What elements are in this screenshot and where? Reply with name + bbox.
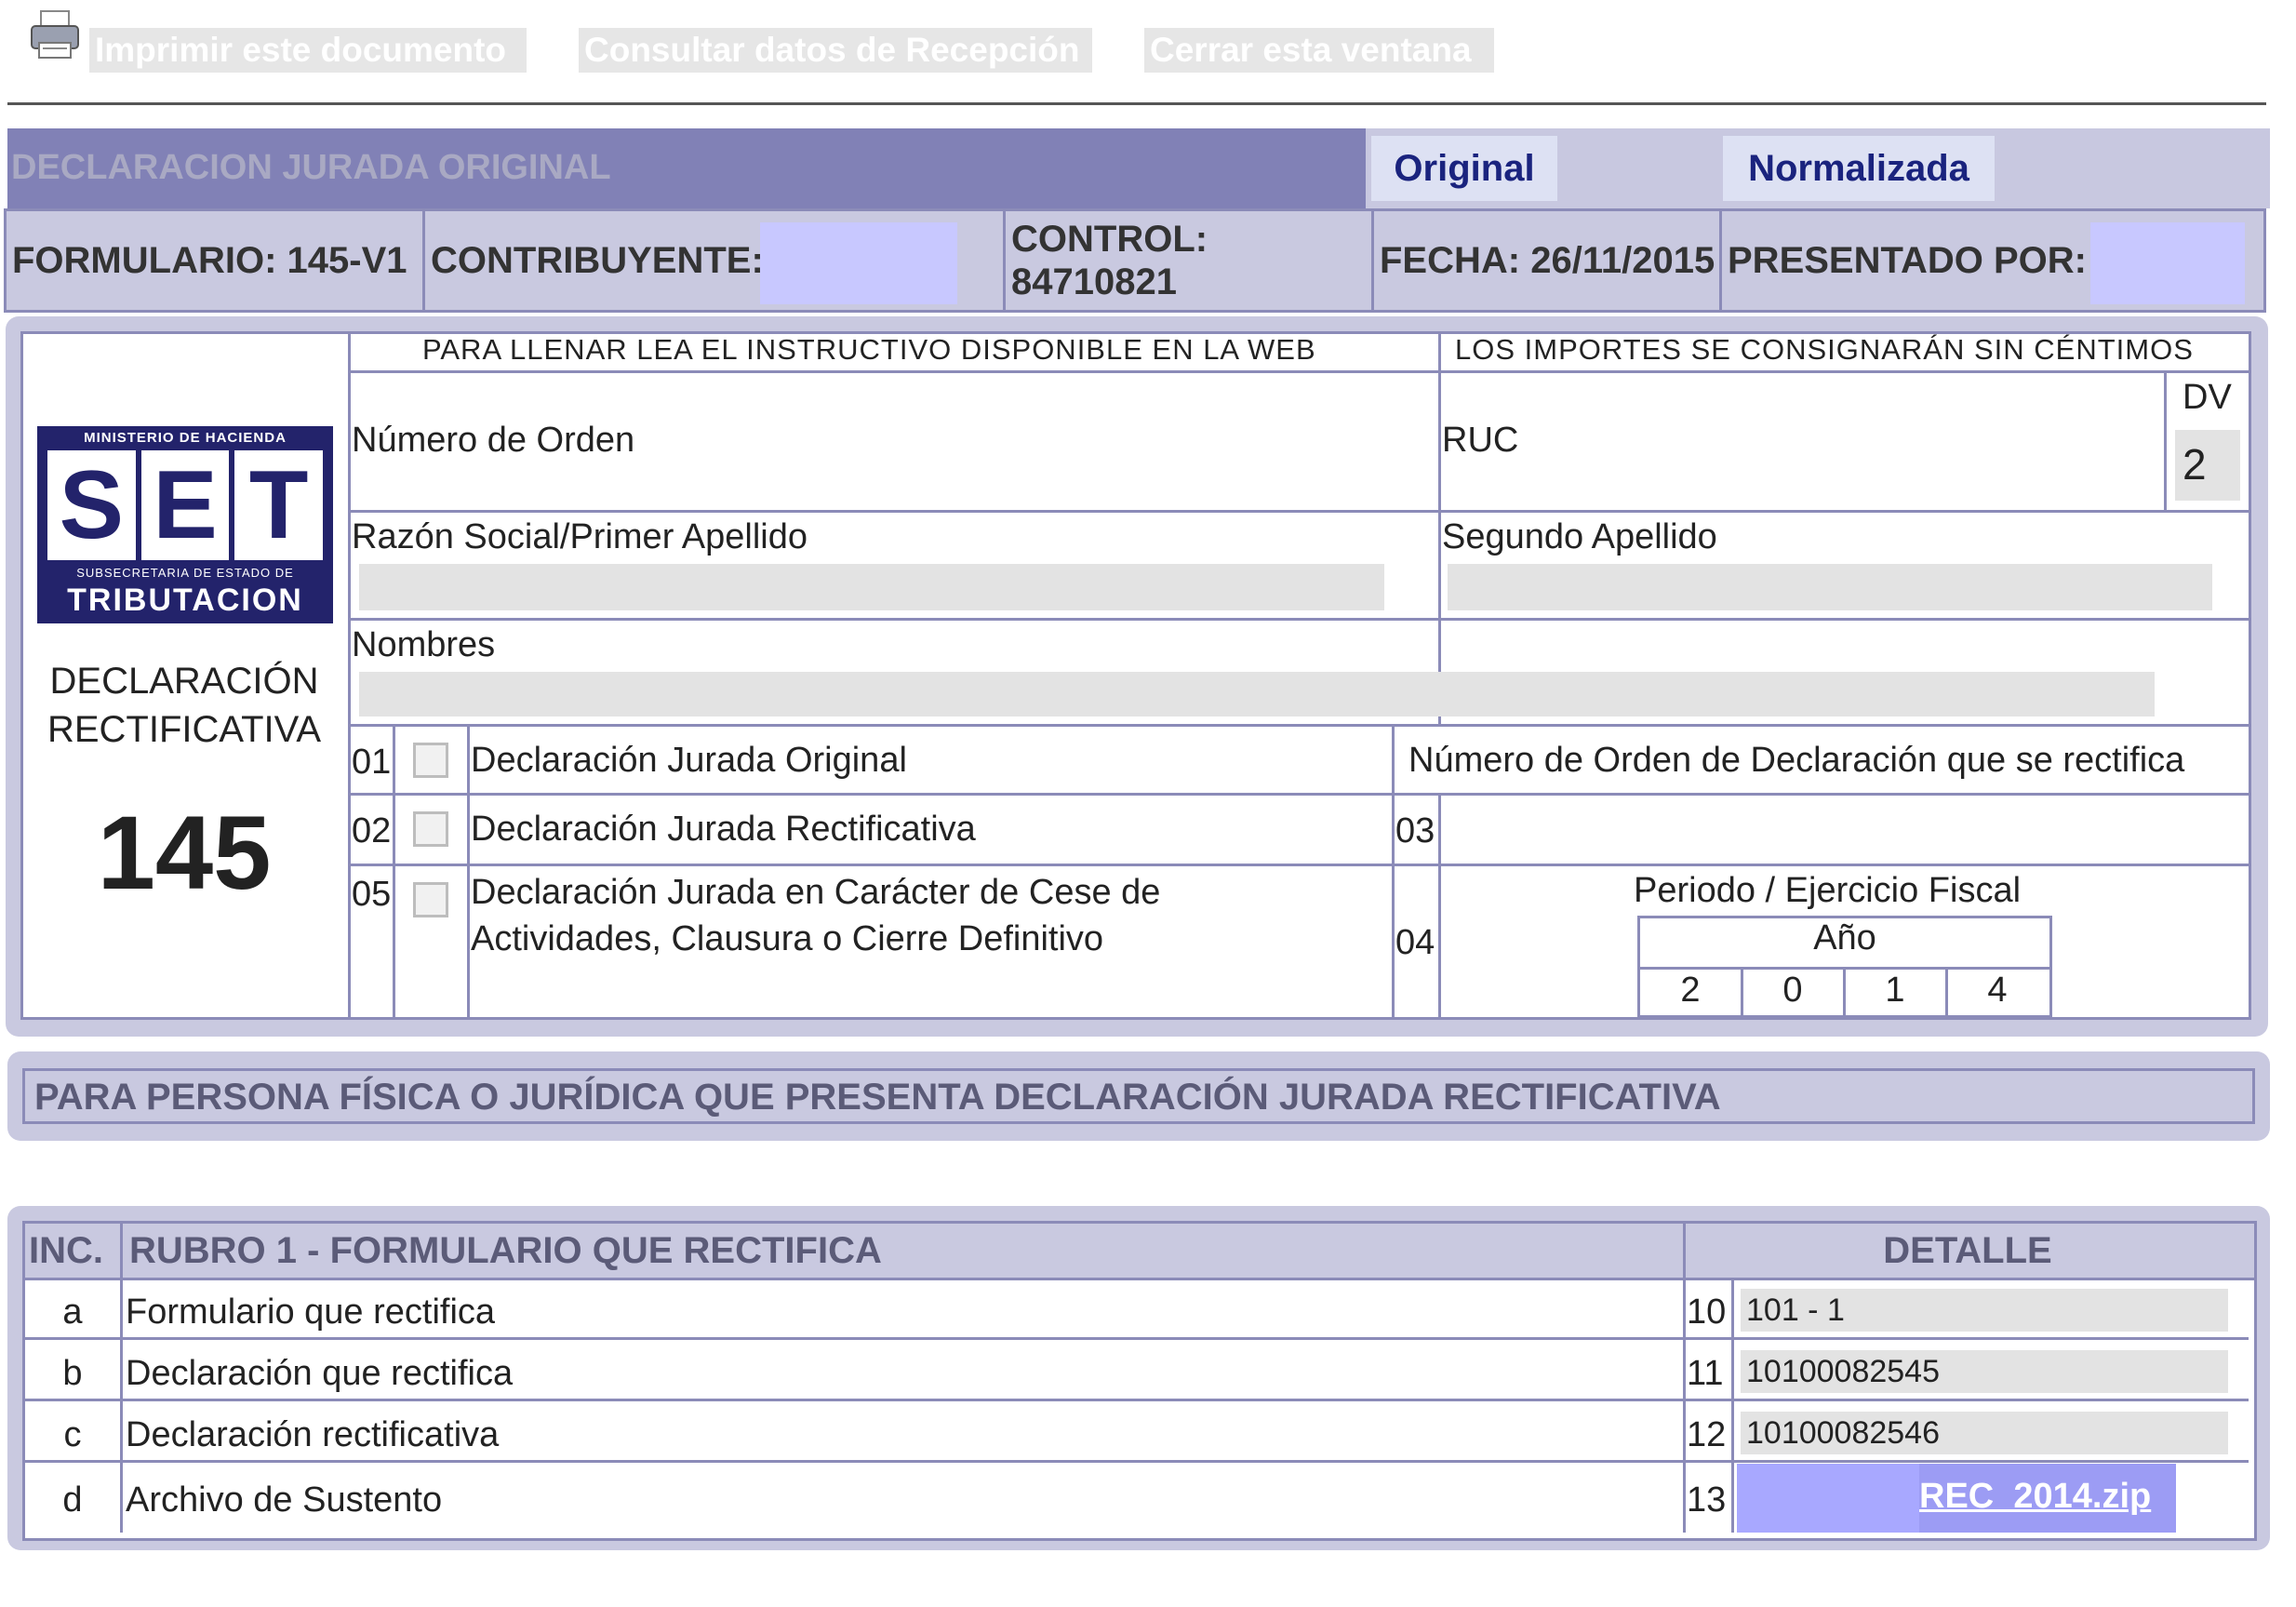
fecha-field: FECHA: 26/11/2015 bbox=[1374, 211, 1722, 310]
control-value: 84710821 bbox=[1011, 261, 1177, 302]
row-c-inc: c bbox=[63, 1415, 82, 1454]
sustento-file-link[interactable]: REC_2014.zip bbox=[1919, 1477, 2151, 1517]
form-type-line1: DECLARACIÓN bbox=[49, 661, 319, 702]
row-b-value: 10100082545 bbox=[1746, 1354, 1941, 1389]
ruc-label: RUC bbox=[1442, 421, 1519, 460]
segundo-apellido-field bbox=[1448, 564, 2212, 610]
row-b-label: Declaración que rectifica bbox=[126, 1354, 514, 1393]
option-05-checkbox[interactable] bbox=[413, 882, 448, 917]
anio-label: Año bbox=[1813, 918, 1876, 958]
dv-label: DV bbox=[2183, 378, 2232, 417]
numero-orden-label: Número de Orden bbox=[352, 421, 635, 460]
section-banner: PARA PERSONA FÍSICA O JURÍDICA QUE PRESE… bbox=[22, 1068, 2255, 1124]
option-01-checkbox[interactable] bbox=[413, 743, 448, 778]
nombres-field bbox=[359, 672, 2155, 716]
row-c-num: 12 bbox=[1687, 1415, 1727, 1454]
consult-reception-button[interactable]: Consultar datos de Recepción bbox=[579, 28, 1092, 73]
option-02-code: 02 bbox=[352, 811, 392, 850]
row-c-label: Declaración rectificativa bbox=[126, 1415, 500, 1454]
section-banner-frame: PARA PERSONA FÍSICA O JURÍDICA QUE PRESE… bbox=[7, 1051, 2270, 1141]
tab-original[interactable]: Original bbox=[1371, 136, 1557, 201]
form-number: 145 bbox=[97, 795, 272, 911]
anio-digit: 4 bbox=[1987, 971, 2008, 1010]
instructions-left: PARA LLENAR LEA EL INSTRUCTIVO DISPONIBL… bbox=[422, 333, 1316, 366]
logo-subsecretaria-text: SUBSECRETARIA DE ESTADO DE bbox=[76, 566, 294, 580]
control-label: CONTROL: bbox=[1011, 219, 1208, 260]
presentado-label: PRESENTADO POR: bbox=[1728, 239, 2087, 281]
contribuyente-label: CONTRIBUYENTE: bbox=[431, 239, 764, 281]
logo-ministry-text: MINISTERIO DE HACIENDA bbox=[84, 430, 287, 446]
rubro-table: INC. RUBRO 1 - FORMULARIO QUE RECTIFICA … bbox=[22, 1221, 2257, 1541]
option-05-code: 05 bbox=[352, 875, 392, 914]
option-01-label: Declaración Jurada Original bbox=[471, 741, 907, 780]
page-title: DECLARACION JURADA ORIGINAL bbox=[7, 128, 1373, 208]
set-logo: MINISTERIO DE HACIENDA S E T SUBSECRETAR… bbox=[37, 426, 333, 623]
logo-letter-t: T bbox=[234, 450, 324, 560]
option-02-label: Declaración Jurada Rectificativa bbox=[471, 810, 976, 849]
close-window-button[interactable]: Cerrar esta ventana bbox=[1144, 28, 1494, 73]
anio-digit: 2 bbox=[1680, 971, 1701, 1010]
instructions-right: LOS IMPORTES SE CONSIGNARÁN SIN CÉNTIMOS bbox=[1455, 333, 2194, 366]
row-c-value: 10100082546 bbox=[1746, 1415, 1941, 1451]
razon-social-field bbox=[359, 564, 1384, 610]
row-d-num: 13 bbox=[1687, 1480, 1727, 1520]
print-icon[interactable] bbox=[28, 9, 84, 61]
form-type-line2: RECTIFICATIVA bbox=[47, 709, 322, 750]
row-d-inc: d bbox=[62, 1480, 83, 1520]
code-04: 04 bbox=[1395, 923, 1435, 962]
periodo-label: Periodo / Ejercicio Fiscal bbox=[1634, 871, 2022, 910]
row-d-redacted bbox=[1737, 1464, 1919, 1533]
option-01-code: 01 bbox=[352, 743, 392, 782]
logo-letter-e: E bbox=[140, 450, 230, 560]
option-05-label-line2: Actividades, Clausura o Cierre Definitiv… bbox=[471, 919, 1104, 958]
logo-tributacion-text: TRIBUTACION bbox=[67, 583, 303, 618]
nombres-label: Nombres bbox=[352, 625, 496, 664]
anio-box: Año 2 0 1 4 bbox=[1637, 916, 2052, 1018]
option-05-label-line1: Declaración Jurada en Carácter de Cese d… bbox=[471, 873, 1161, 912]
option-02-checkbox[interactable] bbox=[413, 811, 448, 847]
logo-letter-s: S bbox=[47, 450, 136, 560]
row-d-label: Archivo de Sustento bbox=[126, 1480, 443, 1520]
tab-normalizada[interactable]: Normalizada bbox=[1723, 136, 1995, 201]
formulario-field: FORMULARIO: 145-V1 bbox=[7, 211, 425, 310]
row-a-value: 101 - 1 bbox=[1746, 1292, 1845, 1328]
print-button[interactable]: Imprimir este documento bbox=[89, 28, 527, 73]
row-a-inc: a bbox=[62, 1292, 83, 1332]
declaration-meta: FORMULARIO: 145-V1 CONTRIBUYENTE: CONTRO… bbox=[4, 208, 2266, 313]
segundo-apellido-label: Segundo Apellido bbox=[1442, 517, 1717, 556]
control-field: CONTROL: 84710821 bbox=[1006, 211, 1374, 310]
code-03: 03 bbox=[1395, 811, 1435, 850]
row-a-num: 10 bbox=[1687, 1292, 1727, 1332]
presentado-redacted bbox=[2090, 222, 2245, 304]
contribuyente-redacted bbox=[760, 222, 957, 304]
col-rubro-title: RUBRO 1 - FORMULARIO QUE RECTIFICA bbox=[129, 1230, 882, 1271]
divider bbox=[7, 102, 2266, 105]
rectifica-label: Número de Orden de Declaración que se re… bbox=[1408, 741, 2185, 780]
row-a-label: Formulario que rectifica bbox=[126, 1292, 496, 1332]
razon-social-label: Razón Social/Primer Apellido bbox=[352, 517, 808, 556]
row-b-inc: b bbox=[62, 1354, 83, 1393]
anio-digit: 0 bbox=[1782, 971, 1803, 1010]
dv-value: 2 bbox=[2183, 440, 2207, 489]
col-inc: INC. bbox=[29, 1230, 103, 1271]
row-b-num: 11 bbox=[1687, 1354, 1724, 1393]
anio-digit: 1 bbox=[1885, 971, 1905, 1010]
col-detalle: DETALLE bbox=[1883, 1230, 2052, 1271]
